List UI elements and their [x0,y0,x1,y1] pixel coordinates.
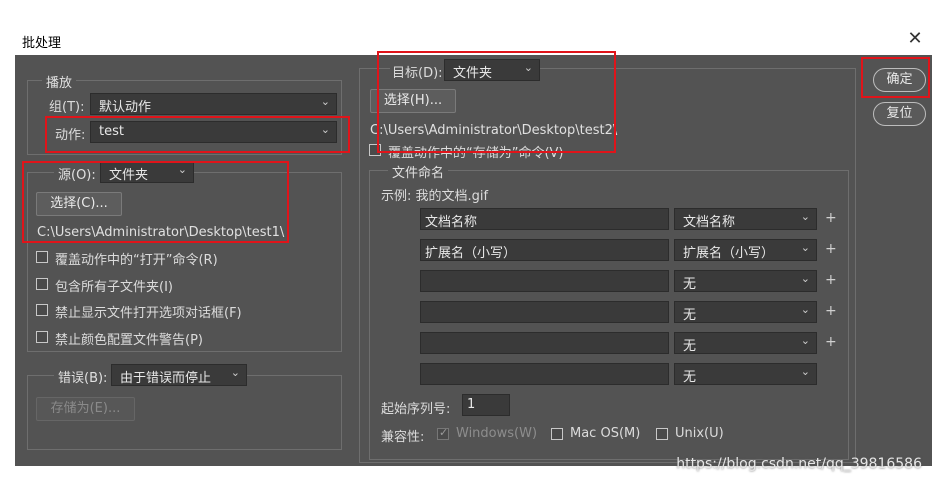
reset-button[interactable]: 复位 [873,102,926,126]
group-select[interactable]: 默认动作 ⌄ [90,93,337,115]
override-open-label: 覆盖动作中的“打开”命令(R) [55,253,218,268]
naming-select-2-value: 扩展名（小写） [683,246,775,261]
chevron-down-icon: ⌄ [800,334,810,347]
naming-select-3[interactable]: 无 ⌄ [674,270,817,292]
naming-field-1[interactable]: 文档名称 [420,208,669,230]
chevron-down-icon: ⌄ [320,95,330,108]
naming-field-2[interactable]: 扩展名（小写） [420,239,669,261]
add-row-icon[interactable]: + [825,303,837,319]
background-strip [0,0,15,484]
close-icon[interactable]: ✕ [904,28,926,50]
naming-select-2[interactable]: 扩展名（小写） ⌄ [674,239,817,261]
naming-field-3[interactable] [420,270,669,292]
action-label: 动作: [55,128,86,143]
compat-macos-checkbox[interactable] [551,428,563,440]
checkmark-icon: ✓ [439,426,449,439]
error-save-as-button[interactable]: 存储为(E)... [36,397,135,421]
source-select-value: 文件夹 [109,168,149,183]
compat-label: 兼容性: [381,430,425,445]
compat-unix-label: Unix(U) [675,426,724,441]
suppress-open-dialog-checkbox[interactable] [36,304,48,316]
serial-label: 起始序列号: [381,402,451,417]
action-select[interactable]: test ⌄ [90,121,337,143]
play-group: 播放 [27,72,342,155]
naming-select-5[interactable]: 无 ⌄ [674,332,817,354]
error-select[interactable]: 由于错误而停止 ⌄ [111,364,247,386]
naming-select-4[interactable]: 无 ⌄ [674,301,817,323]
compat-windows-checkbox[interactable]: ✓ [437,426,449,440]
action-select-value: test [99,124,124,139]
target-select-value: 文件夹 [453,66,493,81]
chevron-down-icon: ⌄ [800,210,810,223]
chevron-down-icon: ⌄ [177,163,187,176]
file-naming-legend: 文件命名 [388,162,449,181]
target-choose-button[interactable]: 选择(H)... [370,89,456,113]
chevron-down-icon: ⌄ [230,366,240,379]
target-select[interactable]: 文件夹 ⌄ [444,59,540,81]
naming-example: 示例: 我的文档.gif [381,189,489,204]
override-save-as-checkbox[interactable] [369,144,381,156]
group-select-value: 默认动作 [99,100,152,115]
naming-select-1-value: 文档名称 [683,215,736,230]
suppress-open-dialog-label: 禁止显示文件打开选项对话框(F) [55,306,242,321]
naming-select-1[interactable]: 文档名称 ⌄ [674,208,817,230]
naming-field-6[interactable] [420,363,669,385]
naming-field-4[interactable] [420,301,669,323]
compat-unix-checkbox[interactable] [656,428,668,440]
source-label: 源(O): [54,164,100,183]
add-row-icon[interactable]: + [825,272,837,288]
naming-select-5-value: 无 [683,339,697,354]
naming-select-3-value: 无 [683,277,697,292]
source-path: C:\Users\Administrator\Desktop\test1\ [37,225,285,240]
group-label: 组(T): [49,100,85,115]
target-path: C:\Users\Administrator\Desktop\test2\ [370,123,618,138]
serial-input[interactable]: 1 [462,394,510,416]
dialog-title: 批处理 [22,36,62,51]
override-save-as-label: 覆盖动作中的“存储为”命令(V) [388,146,564,161]
naming-select-6[interactable]: 无 ⌄ [674,363,817,385]
source-choose-button[interactable]: 选择(C)... [36,192,122,216]
naming-field-5[interactable] [420,332,669,354]
add-row-icon[interactable]: + [825,210,837,226]
play-legend: 播放 [42,72,77,91]
chevron-down-icon: ⌄ [800,303,810,316]
add-row-icon[interactable]: + [825,241,837,257]
compat-windows-label: Windows(W) [456,426,538,441]
override-open-checkbox[interactable] [36,251,48,263]
suppress-profile-warning-label: 禁止颜色配置文件警告(P) [55,333,203,348]
error-select-value: 由于错误而停止 [120,371,212,386]
chevron-down-icon: ⌄ [523,61,533,74]
chevron-down-icon: ⌄ [800,365,810,378]
suppress-profile-warning-checkbox[interactable] [36,331,48,343]
title-bar: 批处理 ✕ [0,25,932,55]
target-label: 目标(D): [390,62,445,81]
chevron-down-icon: ⌄ [800,241,810,254]
dialog-body: 播放 组(T): 默认动作 ⌄ 动作: test ⌄ 源(O): 文件夹 ⌄ 选… [15,55,932,466]
chevron-down-icon: ⌄ [320,123,330,136]
include-subfolders-checkbox[interactable] [36,278,48,290]
naming-select-6-value: 无 [683,370,697,385]
compat-macos-label: Mac OS(M) [570,426,641,441]
chevron-down-icon: ⌄ [800,272,810,285]
source-select[interactable]: 文件夹 ⌄ [100,161,194,183]
include-subfolders-label: 包含所有子文件夹(I) [55,280,173,295]
batch-dialog: 批处理 ✕ 播放 组(T): 默认动作 ⌄ 动作: test ⌄ 源(O): 文… [0,0,932,484]
ok-button[interactable]: 确定 [873,68,926,92]
add-row-icon[interactable]: + [825,334,837,350]
naming-select-4-value: 无 [683,308,697,323]
error-label: 错误(B): [54,367,112,386]
watermark: https://blog.csdn.net/qq_39816586 [676,456,922,472]
